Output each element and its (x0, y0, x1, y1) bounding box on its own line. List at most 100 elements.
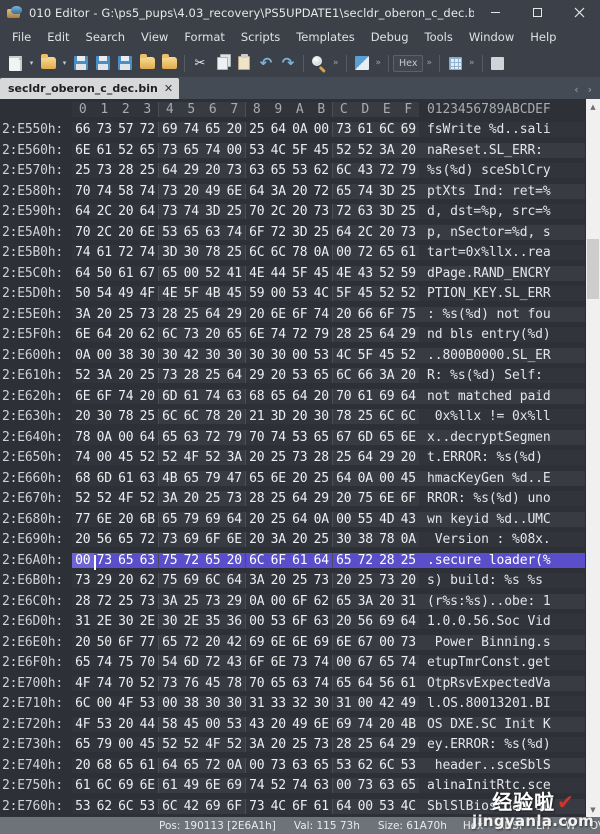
status-charset[interactable]: ANSI (490, 820, 529, 832)
hex-byte[interactable]: 59 (397, 265, 419, 281)
hex-byte[interactable]: 00 (115, 429, 137, 445)
hex-byte[interactable]: 63 (289, 675, 311, 691)
hex-byte[interactable]: 65 (136, 142, 158, 158)
hex-byte[interactable]: 53 (93, 716, 115, 732)
hex-byte[interactable]: 6E (246, 327, 268, 343)
hex-byte[interactable]: 74 (310, 675, 332, 691)
hex-byte[interactable]: 64 (289, 388, 311, 404)
row-ascii[interactable]: 1.0.0.56.Soc Vid (419, 614, 585, 630)
hex-byte[interactable]: 41 (223, 265, 245, 281)
hex-byte[interactable]: 75 (159, 552, 181, 568)
hex-byte[interactable]: 6F (202, 532, 224, 548)
hex-byte[interactable]: 44 (267, 265, 289, 281)
hex-byte[interactable]: 29 (397, 737, 419, 753)
hex-byte[interactable]: 00 (289, 347, 311, 363)
hex-byte[interactable]: 65 (267, 388, 289, 404)
hex-byte[interactable]: 65 (333, 552, 355, 568)
hex-byte[interactable]: 64 (376, 737, 398, 753)
menu-help[interactable]: Help (522, 27, 564, 47)
redo-icon[interactable]: ↷ (277, 51, 299, 75)
hex-byte[interactable]: 30 (159, 347, 181, 363)
hex-byte[interactable]: 67 (354, 655, 376, 671)
hex-byte[interactable]: 6E (267, 470, 289, 486)
hex-byte[interactable]: 68 (246, 388, 268, 404)
hex-byte[interactable]: 6E (223, 532, 245, 548)
hex-byte[interactable]: 00 (115, 737, 137, 753)
hex-byte[interactable]: 6C (376, 757, 398, 773)
hex-row[interactable]: 2:E6E0h: 20 50 6F 77 65 72 20 42 69 6E 6E 69 6E 67 00 73… (0, 632, 585, 653)
hex-byte[interactable]: 73 (333, 122, 355, 138)
hex-byte[interactable]: 64 (397, 614, 419, 630)
hex-byte[interactable]: 6F (289, 306, 311, 322)
hex-byte[interactable]: 73 (93, 122, 115, 138)
hex-row[interactable]: 2:E5F0h: 6E 64 20 62 6C 73 20 65 6E 74 72 79 28 25 64 29… (0, 325, 585, 346)
hex-byte[interactable]: 74 (246, 778, 268, 794)
hex-byte[interactable]: 36 (223, 614, 245, 630)
hex-byte[interactable]: 6C (333, 368, 355, 384)
hex-byte[interactable]: 0A (397, 532, 419, 548)
hex-row[interactable]: 2:E730h: 65 79 00 45 52 52 4F 52 3A 20 25 73 28 25 64 29… (0, 735, 585, 756)
hex-byte[interactable]: 72 (289, 327, 311, 343)
hex-byte[interactable]: 00 (93, 450, 115, 466)
hex-byte[interactable]: 65 (159, 265, 181, 281)
menu-search[interactable]: Search (78, 27, 134, 47)
hex-byte[interactable]: 73 (354, 778, 376, 794)
hex-byte[interactable]: 20 (180, 491, 202, 507)
hex-byte[interactable]: 28 (159, 306, 181, 322)
hex-byte[interactable]: 74 (289, 778, 311, 794)
hex-byte[interactable]: 74 (310, 655, 332, 671)
hex-byte[interactable]: 74 (93, 183, 115, 199)
hex-byte[interactable]: 70 (72, 224, 94, 240)
hex-byte[interactable]: 64 (397, 388, 419, 404)
save-all-icon[interactable] (114, 51, 136, 75)
minimize-button[interactable] (474, 0, 516, 25)
hex-byte[interactable]: 20 (333, 306, 355, 322)
hex-byte[interactable]: 75 (115, 655, 137, 671)
hex-byte[interactable]: 69 (202, 798, 224, 814)
hex-byte[interactable]: 69 (310, 634, 332, 650)
row-ascii[interactable]: s) build: %s %s (419, 573, 585, 589)
hex-byte[interactable]: 20 (397, 368, 419, 384)
hex-byte[interactable]: 65 (376, 655, 398, 671)
vertical-scrollbar[interactable]: ▲ ▼ (585, 99, 600, 817)
hex-byte[interactable]: 3A (72, 306, 94, 322)
hex-byte[interactable]: 30 (136, 347, 158, 363)
scrollbar-thumb[interactable] (587, 239, 599, 299)
hex-byte[interactable]: 73 (397, 224, 419, 240)
hex-byte[interactable]: 20 (397, 573, 419, 589)
hex-row[interactable]: 2:E5D0h: 50 54 49 4F 4E 5F 4B 45 59 00 53 4C 5F 45 52 52… (0, 284, 585, 305)
hex-byte[interactable]: 00 (72, 552, 94, 568)
hex-byte[interactable]: 20 (136, 388, 158, 404)
hex-byte[interactable]: 6E (376, 491, 398, 507)
hex-byte[interactable]: 6F (376, 306, 398, 322)
hex-byte[interactable]: 45 (397, 470, 419, 486)
hex-byte[interactable]: 65 (159, 511, 181, 527)
hex-byte[interactable]: 20 (246, 306, 268, 322)
hex-byte[interactable]: 2E (93, 614, 115, 630)
row-ascii[interactable]: d, dst=%p, src=% (419, 204, 585, 220)
hex-byte[interactable]: 20 (115, 327, 137, 343)
hex-byte[interactable]: 25 (180, 593, 202, 609)
hex-byte[interactable]: 52 (72, 368, 94, 384)
row-ascii[interactable]: RROR: %s(%d) uno (419, 491, 585, 507)
hex-byte[interactable]: 29 (93, 573, 115, 589)
hex-byte[interactable]: 4F (136, 286, 158, 302)
hex-byte[interactable]: 6E (333, 634, 355, 650)
hex-byte[interactable]: 6E (267, 655, 289, 671)
hex-byte[interactable]: 20 (93, 306, 115, 322)
hex-row[interactable]: 2:E630h: 20 30 78 25 6C 6C 78 20 21 3D 20 30 78 25 6C 6C… (0, 407, 585, 428)
row-ascii[interactable]: SblSlBiosLoad.SL (419, 798, 585, 814)
hex-byte[interactable]: 52 (72, 491, 94, 507)
hex-byte[interactable]: 78 (289, 245, 311, 261)
hex-byte[interactable]: 6C (376, 122, 398, 138)
hex-byte[interactable]: 6C (115, 798, 137, 814)
hex-byte[interactable]: 20 (267, 368, 289, 384)
hex-row[interactable]: 2:E770h:5F4552523A202573282564292062696F… (0, 817, 585, 818)
hex-row[interactable]: 2:E550h: 66 73 57 72 69 74 65 20 25 64 0A 00 73 61 6C 69… (0, 120, 585, 141)
hex-byte[interactable]: 72 (376, 163, 398, 179)
hex-byte[interactable]: 61 (180, 388, 202, 404)
hex-byte[interactable]: 61 (397, 245, 419, 261)
hex-byte[interactable]: 52 (93, 491, 115, 507)
row-ascii[interactable]: tart=0x%llx..rea (419, 245, 585, 261)
hex-byte[interactable]: 53 (136, 696, 158, 712)
